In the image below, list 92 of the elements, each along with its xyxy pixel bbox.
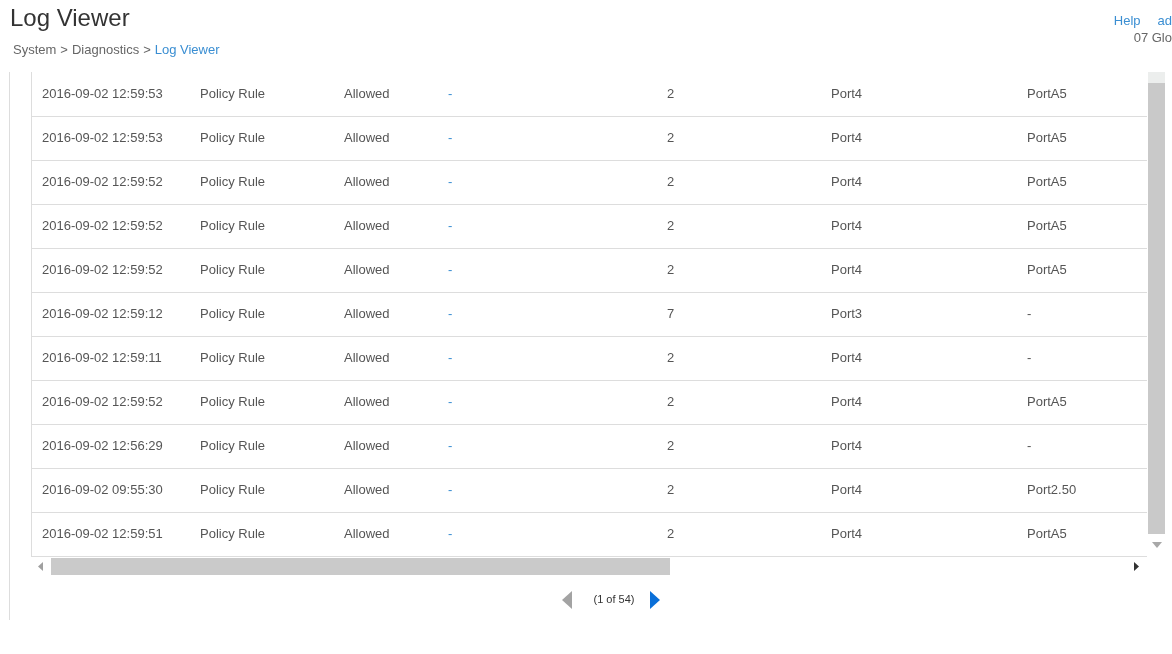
table-cell: -	[1017, 424, 1147, 468]
table-cell: Policy Rule	[190, 248, 334, 292]
table-cell: 2016-09-02 12:59:52	[32, 380, 190, 424]
left-arrow-icon[interactable]	[38, 561, 43, 571]
user-link[interactable]: ad	[1157, 12, 1172, 29]
table-cell: Port4	[821, 336, 1017, 380]
table-cell: 2016-09-02 12:59:11	[32, 336, 190, 380]
table-cell: 2	[657, 248, 821, 292]
table-cell: Policy Rule	[190, 380, 334, 424]
table-cell: Policy Rule	[190, 292, 334, 336]
breadcrumb-separator: >	[143, 42, 151, 58]
table-cell: Policy Rule	[190, 336, 334, 380]
breadcrumb-separator: >	[60, 42, 68, 58]
table-cell: 2	[657, 336, 821, 380]
table-link[interactable]: -	[448, 438, 453, 454]
table-cell: Policy Rule	[190, 160, 334, 204]
table-cell: Port4	[821, 204, 1017, 248]
table-cell: Allowed	[334, 292, 438, 336]
table-cell: Allowed	[334, 116, 438, 160]
table-link[interactable]: -	[448, 526, 453, 542]
table-cell: Port2.50	[1017, 468, 1147, 512]
table-cell: Allowed	[334, 204, 438, 248]
table-cell: Port4	[821, 512, 1017, 556]
down-arrow-icon[interactable]	[1151, 542, 1162, 548]
table-cell: Policy Rule	[190, 512, 334, 556]
table-cell: Port4	[821, 116, 1017, 160]
table-cell: 2016-09-02 12:59:52	[32, 160, 190, 204]
table-cell: 2016-09-02 09:55:30	[32, 468, 190, 512]
table-cell: 2016-09-02 12:59:12	[32, 292, 190, 336]
breadcrumb-current[interactable]: Log Viewer	[154, 42, 220, 58]
table-cell: Port4	[821, 248, 1017, 292]
table-cell: Allowed	[334, 160, 438, 204]
table-cell: 2016-09-02 12:59:52	[32, 248, 190, 292]
table-cell: 2	[657, 204, 821, 248]
table-cell: Port4	[821, 424, 1017, 468]
table-cell: Policy Rule	[190, 468, 334, 512]
breadcrumb-link[interactable]: Diagnostics	[71, 42, 140, 58]
right-arrow-icon[interactable]	[1134, 561, 1139, 571]
table-cell: 2016-09-02 12:59:51	[32, 512, 190, 556]
table-cell: PortA5	[1017, 380, 1147, 424]
page-title: Log Viewer	[10, 3, 131, 33]
table-link[interactable]: -	[448, 394, 453, 410]
table-cell: PortA5	[1017, 116, 1147, 160]
table-cell: PortA5	[1017, 160, 1147, 204]
table-cell: Allowed	[334, 424, 438, 468]
table-cell: Policy Rule	[190, 424, 334, 468]
table-cell: 2016-09-02 12:59:52	[32, 204, 190, 248]
table-cell: 2	[657, 380, 821, 424]
table-cell: 2	[657, 160, 821, 204]
table-cell: 2016-09-02 12:59:53	[32, 116, 190, 160]
table-cell: Port4	[821, 380, 1017, 424]
table-cell: 2	[657, 512, 821, 556]
breadcrumb-link[interactable]: System	[13, 42, 57, 58]
table-link[interactable]: -	[448, 350, 453, 366]
table-cell: Port4	[821, 468, 1017, 512]
table-cell: 2	[657, 72, 821, 116]
table-cell: Policy Rule	[190, 72, 334, 116]
table-cell: PortA5	[1017, 72, 1147, 116]
table-cell: 2	[657, 116, 821, 160]
table-link[interactable]: -	[448, 130, 453, 146]
account-info: 07 Glo	[1133, 29, 1172, 46]
table-cell: PortA5	[1017, 512, 1147, 556]
table-cell: Port4	[821, 72, 1017, 116]
table-cell: Allowed	[334, 380, 438, 424]
table-cell: Allowed	[334, 72, 438, 116]
table-cell: Port3	[821, 292, 1017, 336]
table-cell: Allowed	[334, 248, 438, 292]
scrollbar-thumb[interactable]	[51, 557, 670, 575]
table-cell: Allowed	[334, 512, 438, 556]
table-cell: Policy Rule	[190, 116, 334, 160]
table-cell: PortA5	[1017, 248, 1147, 292]
page-indicator: (1 of 54)	[593, 592, 635, 608]
table-cell: 7	[657, 292, 821, 336]
table-cell: 2016-09-02 12:59:53	[32, 72, 190, 116]
help-link[interactable]: Help	[1113, 12, 1141, 29]
table-link[interactable]: -	[448, 218, 453, 234]
table-cell: -	[1017, 336, 1147, 380]
table-cell: Policy Rule	[190, 204, 334, 248]
table-cell: Allowed	[334, 336, 438, 380]
table-link[interactable]: -	[448, 306, 453, 322]
table-cell: Allowed	[334, 468, 438, 512]
table-cell: PortA5	[1017, 204, 1147, 248]
table-link[interactable]: -	[448, 482, 453, 498]
table-link[interactable]: -	[448, 174, 453, 190]
next-page-icon[interactable]	[650, 590, 661, 609]
table-cell: -	[1017, 292, 1147, 336]
table-cell: 2	[657, 424, 821, 468]
table-cell: 2	[657, 468, 821, 512]
table-cell: 2016-09-02 12:56:29	[32, 424, 190, 468]
table-cell: Port4	[821, 160, 1017, 204]
table-link[interactable]: -	[448, 262, 453, 278]
table-link[interactable]: -	[448, 86, 453, 101]
